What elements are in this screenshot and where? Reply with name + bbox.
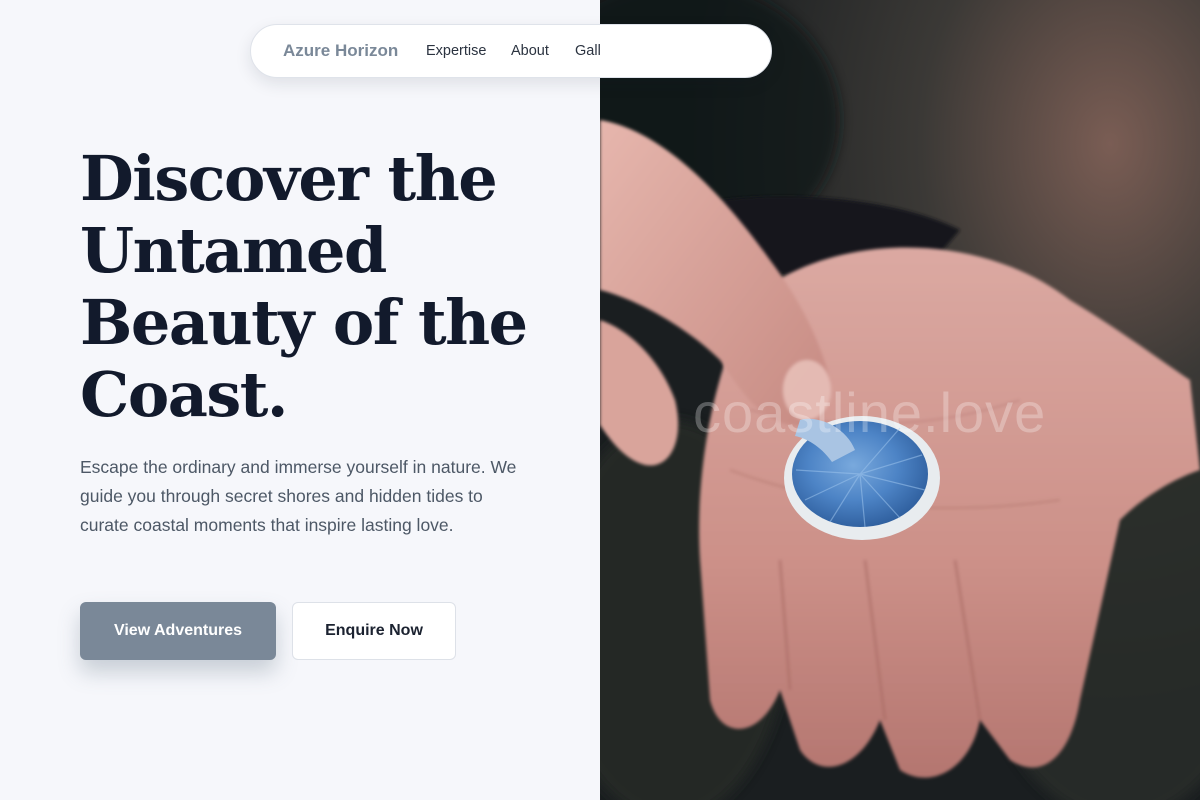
page: Discover the Untamed Beauty of the Coast… xyxy=(0,0,1200,800)
hero-title-line: Untamed xyxy=(80,214,387,287)
hero-description: Escape the ordinary and immerse yourself… xyxy=(80,457,517,535)
hero-title-line: Beauty of the xyxy=(80,286,528,359)
hero-content-panel: Discover the Untamed Beauty of the Coast… xyxy=(0,0,600,800)
hero-title: Discover the Untamed Beauty of the Coast… xyxy=(80,143,580,431)
hero-title-line: Discover the xyxy=(80,142,498,215)
watermark-text: coastline.love xyxy=(693,381,1047,444)
brand-logo-link[interactable]: Azure Horizon xyxy=(283,41,398,61)
nav-link-expertise[interactable]: Expertise xyxy=(426,43,486,59)
hero-image-panel: coastline.love xyxy=(600,0,1200,800)
top-navigation: Azure Horizon Expertise About Gall xyxy=(250,24,772,78)
view-adventures-button[interactable]: View Adventures xyxy=(80,602,276,660)
hero-title-line: Coast. xyxy=(80,358,289,431)
nav-link-about[interactable]: About xyxy=(511,43,549,59)
nav-link-gallery[interactable]: Gall xyxy=(575,43,601,59)
enquire-now-button[interactable]: Enquire Now xyxy=(292,602,456,660)
